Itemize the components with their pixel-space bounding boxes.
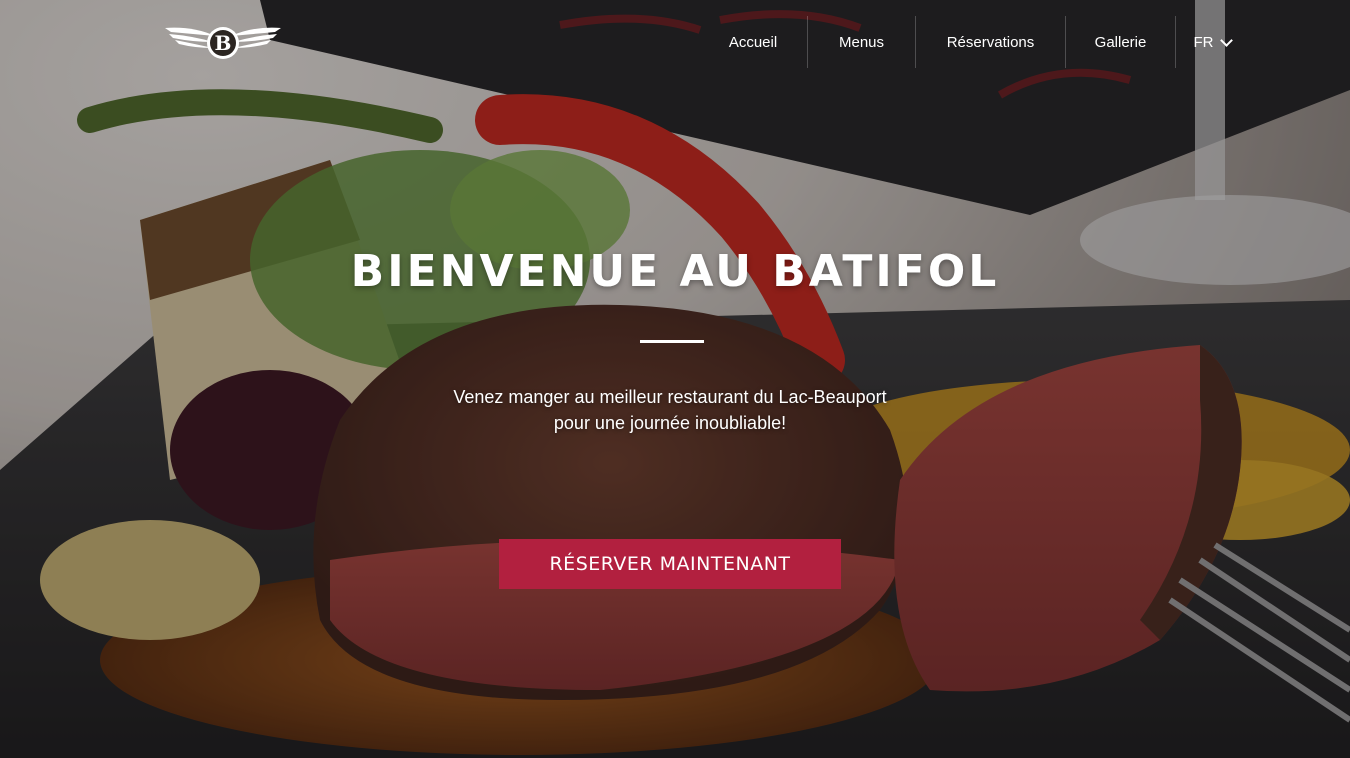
nav-item-accueil[interactable]: Accueil	[699, 16, 808, 68]
language-label: FR	[1193, 33, 1214, 51]
hero-title: BIENVENUE AU BATIFOL	[350, 246, 1000, 297]
reserve-now-button[interactable]: RÉSERVER MAINTENANT	[499, 539, 841, 589]
hero-subtitle: Venez manger au meilleur restaurant du L…	[453, 387, 887, 433]
nav-item-reservations[interactable]: Réservations	[916, 16, 1066, 68]
nav-item-gallerie[interactable]: Gallerie	[1066, 16, 1176, 68]
logo-letter: B	[215, 31, 232, 55]
hero-overlay	[0, 0, 1350, 758]
title-divider	[640, 340, 704, 343]
chevron-down-icon	[1219, 33, 1233, 47]
language-selector[interactable]: FR	[1176, 16, 1248, 68]
nav-item-menus[interactable]: Menus	[808, 16, 916, 68]
main-nav: Accueil Menus Réservations Gallerie FR	[699, 16, 1248, 68]
hero-section: B Accueil Menus Réservations Gallerie FR…	[0, 0, 1350, 758]
batifol-logo[interactable]: B	[163, 22, 283, 64]
